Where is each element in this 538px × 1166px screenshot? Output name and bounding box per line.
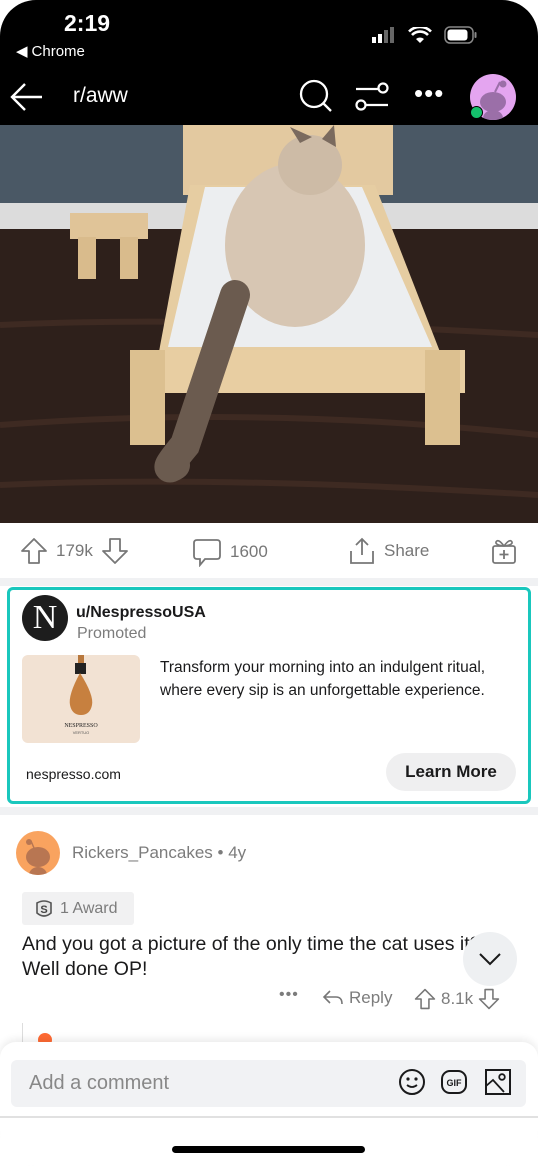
comment-score: 8.1k — [441, 989, 474, 1008]
downvote-icon[interactable] — [478, 988, 500, 1010]
snoo-avatar-icon — [26, 839, 50, 875]
capsule-image: NESPRESSO VERTUO — [64, 655, 98, 735]
ad-thumbnail[interactable]: NESPRESSO VERTUO — [22, 655, 140, 743]
comment-more-icon[interactable]: ••• — [279, 986, 299, 1004]
signal-icon — [372, 27, 394, 43]
advertiser-logo: N — [22, 595, 68, 641]
gift-icon — [492, 539, 516, 564]
more-icon[interactable]: ••• — [414, 78, 444, 109]
back-app-label: Chrome — [31, 42, 85, 60]
comment-age: 4y — [228, 843, 247, 862]
share-icon — [350, 537, 374, 564]
reply-label: Reply — [349, 988, 393, 1007]
upvote-icon[interactable] — [20, 537, 48, 565]
search-icon[interactable] — [298, 78, 334, 114]
award-button[interactable] — [490, 537, 518, 565]
home-indicator[interactable] — [172, 1146, 365, 1153]
advertiser-username[interactable]: u/NespressoUSA — [76, 604, 206, 622]
section-divider — [0, 578, 538, 586]
ad-body: Transform your morning into an indulgent… — [160, 659, 486, 699]
phone-screen: 2:19 ◀ Chrome r/aww ••• 179k 1600 Share … — [0, 0, 538, 1166]
back-triangle-icon: ◀ — [16, 43, 28, 60]
promoted-ad-card[interactable]: N u/NespressoUSA Promoted NESPRESSO VERT… — [7, 587, 531, 804]
composer-divider — [0, 1116, 538, 1118]
composer-icons: GIF — [398, 1068, 512, 1096]
gif-icon[interactable]: GIF — [440, 1068, 468, 1096]
collapse-button[interactable] — [463, 932, 517, 986]
upvote-icon[interactable] — [414, 988, 436, 1010]
share-label: Share — [384, 541, 430, 560]
promoted-label: Promoted — [77, 625, 147, 642]
comment-composer: GIF — [0, 1042, 538, 1166]
reply-icon — [322, 990, 343, 1005]
top-nav: r/aww ••• — [0, 70, 538, 125]
status-icons — [372, 26, 478, 44]
comment-vote-group: 8.1k — [414, 988, 500, 1010]
comment-meta: Rickers_Pancakes • 4y — [72, 843, 246, 863]
battery-icon — [444, 26, 477, 44]
comment-icon — [193, 539, 221, 567]
emoji-icon[interactable] — [398, 1068, 426, 1096]
post-actions: 179k 1600 Share — [0, 523, 538, 578]
status-bar: 2:19 ◀ Chrome — [0, 0, 538, 70]
back-to-app[interactable]: ◀ Chrome — [16, 42, 85, 61]
gif-label: GIF — [447, 1078, 463, 1088]
thumb-sub: VERTUO — [73, 730, 90, 735]
subreddit-title: r/aww — [73, 84, 128, 107]
reply-button[interactable]: Reply — [322, 988, 392, 1008]
svg-text:S: S — [40, 904, 47, 916]
share-button[interactable]: Share — [348, 537, 429, 565]
clock: 2:19 — [64, 10, 111, 36]
comment-text: And you got a picture of the only time t… — [22, 933, 481, 980]
learn-more-button[interactable]: Learn More — [386, 753, 516, 791]
meta-dot: • — [217, 843, 229, 862]
silver-award-icon: S — [36, 899, 52, 917]
wifi-icon — [408, 26, 432, 43]
comments-button[interactable]: 1600 — [192, 537, 268, 567]
upvote-count: 179k — [56, 541, 93, 560]
ad-domain[interactable]: nespresso.com — [26, 766, 121, 782]
filter-icon[interactable] — [354, 80, 390, 112]
section-divider — [0, 807, 538, 815]
comment-count: 1600 — [230, 542, 268, 561]
post-image[interactable] — [0, 125, 538, 523]
award-count: 1 Award — [60, 899, 118, 917]
chevron-down-icon — [479, 953, 501, 966]
comment-author[interactable]: Rickers_Pancakes — [72, 843, 213, 862]
image-upload-icon[interactable] — [484, 1068, 512, 1096]
downvote-icon[interactable] — [101, 537, 129, 565]
comment-author-avatar[interactable] — [16, 831, 60, 875]
online-indicator — [470, 106, 483, 119]
vote-group: 179k — [20, 537, 129, 565]
award-badge[interactable]: S 1 Award — [22, 892, 134, 925]
comment-actions: ••• Reply 8.1k — [0, 986, 538, 1014]
cat-photo — [0, 125, 538, 523]
back-arrow-icon[interactable] — [10, 80, 44, 114]
thumb-brand: NESPRESSO — [64, 723, 98, 729]
